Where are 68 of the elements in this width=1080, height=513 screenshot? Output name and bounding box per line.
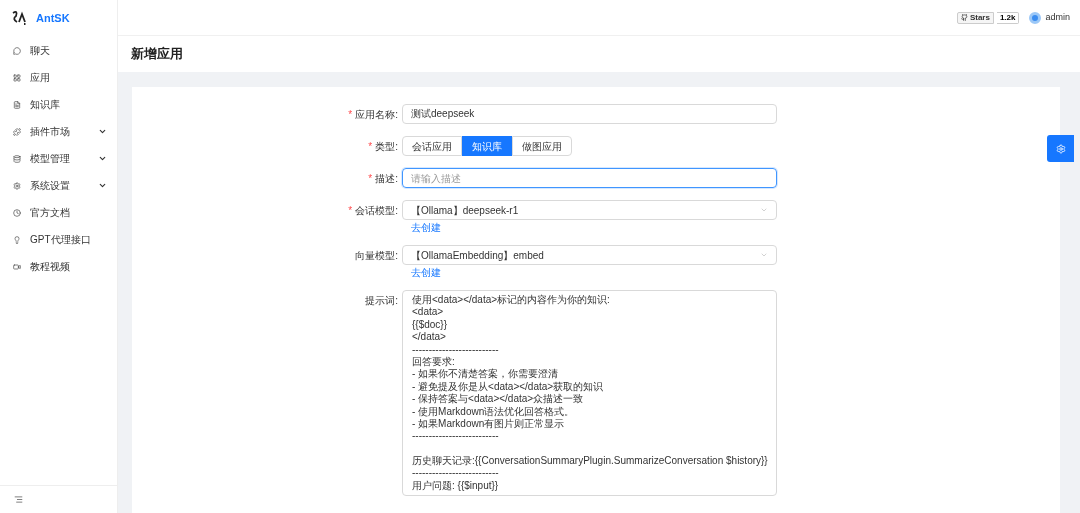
settings-icon (1055, 143, 1066, 154)
text-field[interactable]: 请输入描述 (402, 168, 777, 188)
type-option[interactable]: 做图应用 (512, 136, 572, 156)
database-icon (13, 154, 21, 163)
prompt-line: {{$doc}} (412, 318, 449, 332)
stars-button[interactable]: Stars (956, 11, 994, 24)
github-icon (960, 14, 968, 21)
field-label: 应用名称: (355, 108, 398, 122)
prompt-line: </data> (412, 331, 447, 344)
required-mark: * (348, 108, 353, 122)
prompt-line: - 如果Markdown有图片则正常显示 (412, 417, 566, 431)
sidebar-item[interactable]: 模型管理 (0, 145, 117, 172)
prompt-line: 用户问题: {{$input}} (412, 479, 500, 493)
field-label: 向量模型: (355, 249, 398, 263)
field-label: 描述: (375, 172, 398, 186)
settings-icon (13, 181, 21, 190)
type-option[interactable]: 会话应用 (402, 136, 462, 156)
avatar[interactable] (1029, 11, 1042, 24)
text-field[interactable]: 测试deepseek (402, 104, 777, 124)
settings-button[interactable] (1047, 135, 1074, 162)
required-mark: * (368, 172, 373, 186)
chat-icon (13, 46, 21, 55)
model-select[interactable]: 【Ollama】deepseek-r1 (402, 200, 777, 220)
select-value: 【Ollama】deepseek-r1 (411, 203, 519, 218)
field-label: 会话模型: (355, 204, 398, 218)
brand-name: AntSK (36, 10, 70, 26)
logo-icon (10, 10, 26, 26)
puzzle-icon (13, 127, 21, 136)
select-value: 【OllamaEmbedding】embed (411, 248, 544, 263)
required-mark: * (368, 140, 373, 154)
prompt-line: - 保持答案与<data></data>众描述一致 (412, 393, 585, 406)
prompt-line: - 使用Markdown语法优化回答格式。 (412, 405, 576, 418)
stars-count[interactable]: 1.2k (996, 11, 1020, 24)
type-option[interactable]: 知识库 (462, 136, 512, 156)
field-label: 类型: (375, 140, 398, 154)
video-icon (13, 262, 21, 271)
collapse-icon[interactable] (14, 495, 23, 504)
prompt-line: <data> (412, 306, 445, 319)
prompt-line: - 如果你不清楚答案，你需要澄清 (412, 368, 560, 381)
sidebar-item[interactable]: 教程视频 (0, 253, 117, 280)
sidebar-item[interactable]: 官方文档 (0, 199, 117, 226)
sidebar-item[interactable]: 知识库 (0, 91, 117, 118)
sidebar-item[interactable]: 应用 (0, 64, 117, 91)
chevron-icon (760, 206, 768, 214)
prompt-line: -------------------------- (412, 467, 500, 480)
sidebar-item[interactable]: 聊天 (0, 37, 117, 64)
prompt-line: 历史聊天记录:{{ConversationSummaryPlugin.SummarizeConversation $history}} (412, 455, 767, 468)
prompt-line: - 避免提及你是从<data></data>获取的知识 (412, 380, 605, 393)
required-mark: * (348, 204, 353, 218)
model-select[interactable]: 【OllamaEmbedding】embed (402, 245, 777, 265)
prompt-line: 使用<data></data>标记的内容作为你的知识: (412, 294, 611, 307)
prompt-line: -------------------------- (412, 343, 500, 356)
grid-icon (13, 73, 21, 82)
field-label: 提示词: (365, 294, 398, 308)
sidebar-item[interactable]: GPT代理接口 (0, 226, 117, 253)
sidebar-item[interactable]: 插件市场 (0, 118, 117, 145)
document-icon (13, 100, 21, 109)
create-link[interactable]: 去创建 (411, 266, 777, 280)
page-title: 新增应用 (131, 45, 183, 64)
chevron-icon (760, 251, 768, 259)
prompt-line: -------------------------- (412, 430, 500, 443)
prompt-line: 回答要求: (412, 355, 456, 369)
sidebar-item[interactable]: 系统设置 (0, 172, 117, 199)
lightbulb-icon (13, 235, 21, 244)
create-link[interactable]: 去创建 (411, 221, 777, 235)
clock-icon (13, 208, 21, 217)
prompt-textarea[interactable] (402, 290, 777, 497)
user-name[interactable]: admin (1045, 10, 1070, 25)
